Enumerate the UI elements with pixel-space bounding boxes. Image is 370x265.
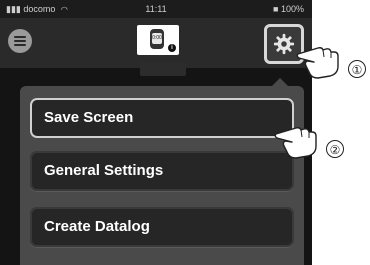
settings-dropdown-menu: Save Screen General Settings Create Data… [20,86,304,265]
menu-icon [14,36,26,38]
carrier-label: ▮▮▮ docomo ◠ [6,4,68,14]
pointing-hand-icon [274,127,317,159]
device-label: 0:00 [152,33,162,44]
status-bar: ▮▮▮ docomo ◠ 11:11 ■ 100% [0,0,312,18]
callout-number-1: ① [348,60,366,78]
menu-item-save-screen[interactable]: Save Screen [30,98,294,138]
phone-screen: ▮▮▮ docomo ◠ 11:11 ■ 100% 0:00 i Save Sc… [0,0,312,265]
menu-item-general-settings[interactable]: General Settings [30,151,294,191]
gear-icon [273,33,295,55]
menu-item-create-datalog[interactable]: Create Datalog [30,207,294,247]
pointing-hand-icon [296,47,339,79]
wifi-icon: ◠ [60,5,68,14]
watch-icon: 0:00 [150,29,164,49]
info-icon[interactable]: i [168,44,176,52]
menu-button[interactable] [8,29,32,53]
status-time: 11:11 [145,4,167,14]
signal-icon: ▮▮▮ [6,4,21,14]
device-card-shadow [140,62,186,76]
battery-indicator: ■ 100% [273,4,304,14]
device-selector[interactable]: 0:00 i [137,25,179,55]
callout-number-2: ② [326,140,344,158]
